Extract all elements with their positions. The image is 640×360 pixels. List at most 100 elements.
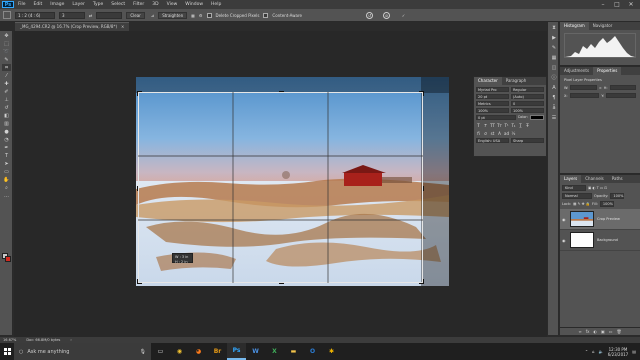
more-tools-icon[interactable]: … [2, 192, 11, 199]
character-panel-icon[interactable]: A [550, 85, 558, 92]
menu-layer[interactable]: Layer [68, 2, 89, 7]
menu-help[interactable]: Help [207, 2, 225, 7]
ligature-icon[interactable]: fi [476, 131, 481, 136]
visibility-eye-icon[interactable]: ◉ [562, 238, 567, 243]
alternates-icon[interactable]: A [497, 131, 502, 136]
superscript-icon[interactable]: T¹ [504, 123, 509, 128]
document-tab[interactable]: _MG_4294.CR2 @ 16.7% (Crop Preview, RGB/… [15, 22, 130, 31]
fraction-icon[interactable]: ½ [511, 131, 516, 136]
faux-bold-icon[interactable]: T [476, 123, 481, 128]
glyphs-panel-icon[interactable]: ǡ [550, 105, 558, 112]
taskbar-photoshop-icon[interactable]: Ps [227, 343, 246, 360]
microphone-icon[interactable]: 🎙 [140, 349, 146, 355]
ratio-width-field[interactable]: 3 [59, 11, 85, 19]
history-brush-tool-icon[interactable]: ↺ [2, 104, 11, 111]
menu-window[interactable]: Window [181, 2, 207, 7]
height-field[interactable] [609, 85, 637, 90]
lasso-tool-icon[interactable]: ➰ [2, 48, 11, 55]
link-layers-icon[interactable]: ∞ [578, 328, 581, 335]
quick-select-tool-icon[interactable]: ✎ [2, 56, 11, 63]
taskbar-excel-icon[interactable]: X [265, 343, 284, 360]
actions-panel-icon[interactable]: ▶ [550, 35, 558, 42]
taskbar-outlook-icon[interactable]: O [303, 343, 322, 360]
healing-tool-icon[interactable]: ✚ [2, 80, 11, 87]
menu-type[interactable]: Type [89, 2, 107, 7]
marquee-tool-icon[interactable]: ⬚ [2, 40, 11, 47]
leading-field[interactable]: (Auto) [511, 94, 544, 99]
background-color-swatch[interactable] [5, 256, 11, 262]
crop-handle-bottom-right[interactable] [419, 279, 424, 284]
swatches-panel-icon[interactable]: ▦ [550, 55, 558, 62]
layer-name[interactable]: Background [597, 238, 618, 242]
tray-chevron-icon[interactable]: ⌃ [585, 349, 588, 354]
stamp-tool-icon[interactable]: ⊥ [2, 96, 11, 103]
tracking-field[interactable]: 0 [511, 101, 544, 106]
taskbar-app-star-icon[interactable]: ✱ [322, 343, 341, 360]
text-color-swatch[interactable] [530, 115, 544, 120]
new-layer-icon[interactable]: ▭ [609, 328, 613, 335]
straighten-icon[interactable]: ⊿ [151, 13, 154, 18]
info-panel-icon[interactable]: ⓘ [550, 75, 558, 82]
x-field[interactable] [569, 93, 600, 98]
opacity-field[interactable]: 100% [610, 193, 625, 199]
history-panel-icon[interactable]: ⧗ [550, 25, 558, 32]
crop-handle-top[interactable] [279, 91, 284, 96]
cancel-crop-icon[interactable]: ⊘ [383, 11, 390, 19]
libraries-panel-icon[interactable]: ☰ [550, 115, 558, 122]
visibility-eye-icon[interactable]: ◉ [562, 217, 567, 222]
notifications-icon[interactable]: ▤ [632, 349, 636, 354]
path-select-tool-icon[interactable]: ➤ [2, 160, 11, 167]
eraser-tool-icon[interactable]: ◧ [2, 112, 11, 119]
dodge-tool-icon[interactable]: ◔ [2, 136, 11, 143]
ordinal-icon[interactable]: ad [504, 131, 509, 136]
lock-icons[interactable]: ▦ ✎ ✥ 🔒 [573, 202, 590, 206]
task-view-icon[interactable]: ▭ [151, 343, 170, 360]
blur-tool-icon[interactable]: ● [2, 128, 11, 135]
adjustment-layer-icon[interactable]: ◐ [593, 328, 597, 335]
pen-tool-icon[interactable]: ✒ [2, 144, 11, 151]
strikethrough-icon[interactable]: T̶ [525, 123, 530, 128]
filter-icons[interactable]: ▣ ◐ T ▭ ⊡ [588, 186, 607, 190]
volume-icon[interactable]: 🔈 [599, 349, 604, 354]
menu-edit[interactable]: Edit [30, 2, 47, 7]
status-arrow-icon[interactable]: › [70, 338, 71, 342]
menu-3d[interactable]: 3D [148, 2, 162, 7]
ratio-select[interactable]: 1 : 2 (4 : 6) [15, 11, 55, 19]
crop-handle-left[interactable] [137, 186, 142, 191]
minimize-button[interactable]: – [596, 0, 610, 9]
brush-tool-icon[interactable]: ✐ [2, 88, 11, 95]
font-family-select[interactable]: Myriad Pro [476, 87, 509, 92]
layer-filter-select[interactable]: Kind [562, 185, 586, 191]
delete-cropped-checkbox[interactable] [206, 12, 212, 18]
tab-channels[interactable]: Channels [581, 175, 608, 183]
crop-tool-icon[interactable]: ⌗ [2, 64, 11, 71]
subscript-icon[interactable]: T₁ [511, 123, 516, 128]
hand-tool-icon[interactable]: ✋ [2, 176, 11, 183]
network-icon[interactable]: ⌂ [592, 349, 595, 354]
ratio-height-field[interactable] [96, 11, 123, 19]
crop-handle-top-left[interactable] [137, 91, 142, 96]
font-size-field[interactable]: 20 pt [476, 94, 509, 99]
close-tab-icon[interactable]: × [121, 23, 124, 31]
all-caps-icon[interactable]: TT [490, 123, 495, 128]
fill-field[interactable]: 100% [599, 201, 614, 207]
cortana-search-box[interactable]: ○ Ask me anything 🎙 [14, 343, 151, 360]
clear-button[interactable]: Clear [126, 11, 145, 19]
menu-image[interactable]: Image [46, 2, 68, 7]
zoom-level[interactable]: 16.67% [3, 338, 16, 342]
content-aware-checkbox[interactable] [263, 12, 269, 18]
layer-name[interactable]: Crop Preview [597, 217, 620, 221]
move-tool-icon[interactable]: ✥ [2, 32, 11, 39]
y-field[interactable] [606, 93, 636, 98]
tab-character[interactable]: Character [474, 77, 502, 85]
layer-style-icon[interactable]: fx [586, 328, 590, 335]
gradient-tool-icon[interactable]: ▥ [2, 120, 11, 127]
crop-handle-right[interactable] [419, 186, 424, 191]
baseline-shift-field[interactable]: 0 pt [476, 115, 516, 120]
tab-adjustments[interactable]: Adjustments [560, 67, 593, 75]
type-tool-icon[interactable]: T [2, 152, 11, 159]
tab-layers[interactable]: Layers [560, 175, 582, 183]
trash-icon[interactable]: 🗑 [617, 328, 622, 335]
reset-icon[interactable]: ↺ [366, 11, 373, 19]
language-select[interactable]: English: USA [476, 138, 509, 143]
